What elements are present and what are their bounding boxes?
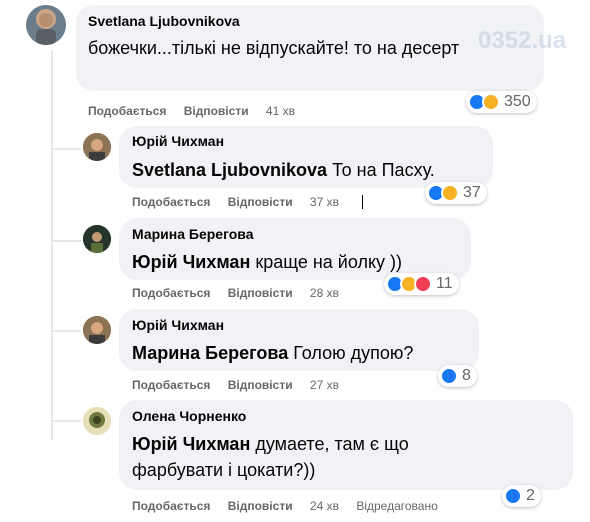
- comment-author[interactable]: Юрій Чихман: [132, 133, 224, 149]
- comment-actions: Подобається Відповісти 27 хв: [132, 378, 339, 392]
- comment-body: Голою дупою?: [288, 343, 414, 363]
- like-icon: [504, 487, 522, 505]
- comment-author[interactable]: Юрій Чихман: [132, 317, 224, 333]
- thread-line: [51, 50, 53, 440]
- thread-branch: [51, 148, 81, 150]
- like-button[interactable]: Подобається: [132, 499, 210, 513]
- avatar[interactable]: [83, 133, 111, 161]
- comment-actions: Подобається Відповісти 28 хв: [132, 286, 339, 300]
- comment-body: То на Пасху.: [327, 160, 435, 180]
- comment-text: Юрій Чихман краще на йолку )): [132, 249, 462, 275]
- reply-button[interactable]: Відповісти: [184, 104, 249, 118]
- reaction-summary[interactable]: 350: [466, 91, 537, 113]
- love-icon: [414, 275, 432, 293]
- reaction-count: 11: [436, 275, 453, 292]
- haha-icon: [441, 184, 459, 202]
- mention-link[interactable]: Svetlana Ljubovnikova: [132, 160, 327, 180]
- like-icon: [440, 367, 458, 385]
- comment-time[interactable]: 27 хв: [310, 378, 339, 392]
- reply-button[interactable]: Відповісти: [228, 499, 293, 513]
- reaction-summary[interactable]: 11: [384, 273, 459, 295]
- comment-text: Юрій Чихман думаете, там є що фарбувати …: [132, 431, 462, 483]
- comment-time[interactable]: 24 хв: [310, 499, 339, 513]
- avatar[interactable]: [26, 5, 66, 45]
- comment-time[interactable]: 28 хв: [310, 286, 339, 300]
- reaction-summary[interactable]: 8: [438, 365, 477, 387]
- comment-actions: Подобається Відповісти 24 хв Відредагова…: [132, 499, 438, 513]
- thread-branch: [51, 330, 81, 332]
- reply-button[interactable]: Відповісти: [228, 378, 293, 392]
- reaction-count: 8: [462, 367, 471, 384]
- reaction-summary[interactable]: 37: [425, 182, 487, 204]
- like-button[interactable]: Подобається: [88, 104, 166, 118]
- avatar[interactable]: [83, 316, 111, 344]
- comment-author[interactable]: Марина Берегова: [132, 226, 254, 242]
- like-button[interactable]: Подобається: [132, 286, 210, 300]
- comment-text: божечки...тількі не відпускайте! то на д…: [88, 38, 460, 58]
- comment-body: краще на йолку )): [250, 252, 403, 272]
- thread-branch: [51, 240, 81, 242]
- reaction-count: 350: [504, 93, 531, 110]
- avatar[interactable]: [83, 407, 111, 435]
- like-button[interactable]: Подобається: [132, 195, 210, 209]
- comment-time[interactable]: 41 хв: [266, 104, 295, 118]
- avatar-photo: [83, 133, 111, 161]
- reaction-count: 37: [463, 184, 481, 201]
- comment-author[interactable]: Svetlana Ljubovnikova: [88, 13, 240, 29]
- reaction-count: 2: [526, 487, 535, 504]
- comment-author[interactable]: Олена Чорненко: [132, 408, 246, 424]
- avatar[interactable]: [83, 225, 111, 253]
- thread-branch: [51, 420, 81, 422]
- avatar-photo: [83, 316, 111, 344]
- comment-actions: Подобається Відповісти 41 хв: [88, 104, 295, 118]
- text-cursor: [362, 195, 363, 209]
- reaction-summary[interactable]: 2: [502, 485, 541, 507]
- avatar-photo: [83, 225, 111, 253]
- comment-text: Марина Берегова Голою дупою?: [132, 340, 472, 366]
- haha-icon: [482, 93, 500, 111]
- reply-button[interactable]: Відповісти: [228, 286, 293, 300]
- mention-link[interactable]: Юрій Чихман: [132, 434, 250, 454]
- reply-button[interactable]: Відповісти: [228, 195, 293, 209]
- comment-time[interactable]: 37 хв: [310, 195, 339, 209]
- watermark: 0352.ua: [478, 27, 567, 54]
- avatar-photo: [83, 407, 111, 435]
- mention-link[interactable]: Марина Берегова: [132, 343, 288, 363]
- comment-actions: Подобається Відповісти 37 хв: [132, 195, 339, 209]
- mention-link[interactable]: Юрій Чихман: [132, 252, 250, 272]
- comment-text: Svetlana Ljubovnikova То на Пасху.: [132, 157, 482, 183]
- edited-label[interactable]: Відредаговано: [356, 499, 437, 513]
- like-button[interactable]: Подобається: [132, 378, 210, 392]
- avatar-photo: [36, 13, 56, 45]
